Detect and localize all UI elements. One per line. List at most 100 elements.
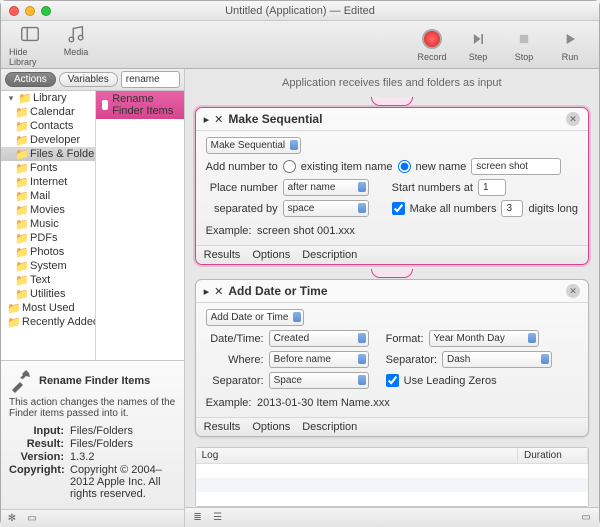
- tree-item[interactable]: 📁Most Used: [1, 301, 95, 315]
- tree-item[interactable]: ▾📁Library: [1, 91, 95, 105]
- tab-actions[interactable]: Actions: [5, 72, 56, 87]
- tab-options[interactable]: Options: [252, 421, 290, 433]
- folder-icon: 📁: [15, 120, 27, 132]
- tree-item[interactable]: 📁Utilities: [1, 287, 95, 301]
- radio-new-name[interactable]: [398, 160, 411, 173]
- folder-icon: 📁: [15, 288, 27, 300]
- folder-icon: 📁: [15, 106, 27, 118]
- folder-icon: 📁: [7, 316, 19, 328]
- start-number-input[interactable]: [478, 179, 506, 196]
- window-title: Untitled (Application) — Edited: [1, 5, 599, 17]
- record-button[interactable]: Record: [411, 27, 453, 62]
- tab-description[interactable]: Description: [302, 421, 357, 433]
- library-tree: ▾📁Library📁Calendar📁Contacts📁Developer📁Fi…: [1, 91, 96, 360]
- leading-zeros-checkbox[interactable]: [386, 374, 399, 387]
- media-button[interactable]: Media: [55, 22, 97, 67]
- search-field[interactable]: [121, 71, 180, 88]
- sidebar-footer: ✻ ▭: [1, 509, 184, 527]
- new-name-input[interactable]: [471, 158, 561, 175]
- close-window[interactable]: [9, 6, 19, 16]
- log-col-duration[interactable]: Duration: [518, 448, 588, 463]
- tab-description[interactable]: Description: [302, 249, 357, 261]
- stop-icon: [512, 27, 536, 51]
- disclosure-icon[interactable]: ▸: [204, 285, 210, 298]
- folder-icon: 📁: [15, 232, 27, 244]
- tree-item[interactable]: 📁Mail: [1, 189, 95, 203]
- search-input[interactable]: [121, 71, 180, 88]
- tree-item[interactable]: 📁Internet: [1, 175, 95, 189]
- where-select[interactable]: Before name: [269, 351, 369, 368]
- mode-select[interactable]: Make Sequential: [206, 137, 301, 154]
- mode-select[interactable]: Add Date or Time: [206, 309, 304, 326]
- disclosure-icon[interactable]: ▸: [204, 113, 210, 126]
- workflow-area: Application receives files and folders a…: [185, 69, 599, 527]
- record-icon: [420, 27, 444, 51]
- minimize-window[interactable]: [25, 6, 35, 16]
- search-results: Rename Finder Items: [96, 91, 184, 360]
- gear-icon[interactable]: ✻: [5, 512, 19, 526]
- step-button[interactable]: Step: [457, 27, 499, 62]
- folder-icon: 📁: [15, 246, 27, 258]
- play-icon: [558, 27, 582, 51]
- place-select[interactable]: after name: [283, 179, 369, 196]
- action-add-date-time[interactable]: ▸ ✕ Add Date or Time ✕ Add Date or Time …: [195, 279, 589, 437]
- stack-icon[interactable]: ▭: [25, 512, 39, 526]
- tree-item[interactable]: 📁Photos: [1, 245, 95, 259]
- log-col-log[interactable]: Log: [196, 448, 518, 463]
- tree-item[interactable]: 📁Files & Folders: [1, 147, 95, 161]
- tab-results[interactable]: Results: [204, 421, 241, 433]
- media-icon: [64, 22, 88, 46]
- folder-icon: 📁: [15, 274, 27, 286]
- tree-item[interactable]: 📁Text: [1, 273, 95, 287]
- hide-library-button[interactable]: Hide Library: [9, 22, 51, 67]
- tree-item[interactable]: 📁Developer: [1, 133, 95, 147]
- action-make-sequential[interactable]: ▸ ✕ Make Sequential ✕ Make Sequential Ad…: [195, 107, 589, 265]
- hammer-icon: [9, 369, 33, 393]
- separator2-select[interactable]: Dash: [442, 351, 552, 368]
- tree-item[interactable]: 📁Calendar: [1, 105, 95, 119]
- tree-item[interactable]: 📁Contacts: [1, 119, 95, 133]
- tree-item[interactable]: 📁Fonts: [1, 161, 95, 175]
- action-icon: ✕: [214, 113, 223, 126]
- tree-item[interactable]: 📁Music: [1, 217, 95, 231]
- workflow-footer: ≣ ☰ ▭: [185, 507, 599, 527]
- tree-item[interactable]: 📁PDFs: [1, 231, 95, 245]
- titlebar: Untitled (Application) — Edited: [1, 1, 599, 21]
- log-rows: [196, 464, 588, 506]
- flow-connector: [185, 269, 599, 279]
- format-select[interactable]: Year Month Day: [429, 330, 539, 347]
- log-area: Log Duration: [195, 447, 589, 507]
- folder-icon: 📁: [18, 92, 30, 104]
- tab-variables[interactable]: Variables: [59, 72, 118, 87]
- tree-item[interactable]: 📁System: [1, 259, 95, 273]
- folder-icon: 📁: [15, 148, 27, 160]
- panel-icon: [18, 22, 42, 46]
- folder-icon: 📁: [15, 162, 27, 174]
- flow-view-icon[interactable]: ☰: [211, 511, 225, 525]
- tree-item[interactable]: 📁Recently Added: [1, 315, 95, 329]
- remove-action-button[interactable]: ✕: [566, 284, 580, 298]
- workflow-input-desc: Application receives files and folders a…: [185, 69, 599, 97]
- make-all-checkbox[interactable]: [392, 202, 405, 215]
- separator3-select[interactable]: Space: [269, 372, 369, 389]
- tab-results[interactable]: Results: [204, 249, 241, 261]
- list-view-icon[interactable]: ≣: [191, 511, 205, 525]
- datetime-select[interactable]: Created: [269, 330, 369, 347]
- run-button[interactable]: Run: [549, 27, 591, 62]
- tab-options[interactable]: Options: [252, 249, 290, 261]
- toolbar: Hide Library Media Record Step Stop Run: [1, 21, 599, 69]
- tree-item[interactable]: 📁Movies: [1, 203, 95, 217]
- remove-action-button[interactable]: ✕: [566, 112, 580, 126]
- zoom-window[interactable]: [41, 6, 51, 16]
- radio-existing-name[interactable]: [283, 160, 296, 173]
- action-info-panel: Rename Finder Items This action changes …: [1, 360, 184, 509]
- stop-button[interactable]: Stop: [503, 27, 545, 62]
- sidebar: Actions Variables ▾📁Library📁Calendar📁Con…: [1, 69, 185, 527]
- digits-input[interactable]: [501, 200, 523, 217]
- separator-select[interactable]: space: [283, 200, 369, 217]
- log-toggle-icon[interactable]: ▭: [579, 511, 593, 525]
- step-icon: [466, 27, 490, 51]
- result-rename-finder-items[interactable]: Rename Finder Items: [96, 91, 184, 119]
- action-icon: [102, 100, 108, 110]
- folder-icon: 📁: [15, 176, 27, 188]
